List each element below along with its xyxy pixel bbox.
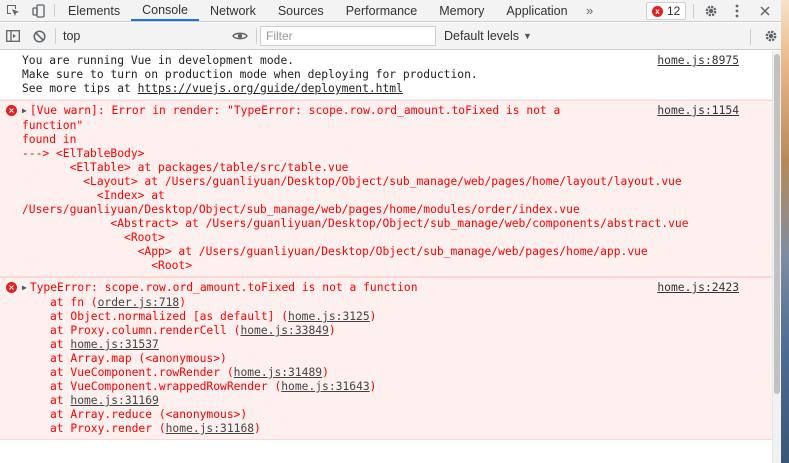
error-line: <Root>: [22, 231, 165, 244]
clear-console-icon[interactable]: [26, 23, 52, 49]
error-line[interactable]: ▶ TypeError: scope.row.ord_amount.toFixed…: [22, 281, 712, 296]
close-icon[interactable]: [754, 0, 776, 22]
toolbar-separator: [256, 28, 257, 44]
log-line: Make sure to turn on production mode whe…: [22, 68, 478, 81]
tab-network[interactable]: Network: [199, 0, 267, 21]
device-toolbar-icon[interactable]: [26, 0, 52, 21]
stack-frame: at home.js:31537: [50, 338, 159, 351]
error-line: found in: [22, 133, 77, 146]
error-icon: ×: [6, 282, 17, 293]
stack-link[interactable]: home.js:31489: [234, 366, 322, 379]
filter-input[interactable]: [260, 26, 436, 46]
error-line: <App> at /Users/guanliyuan/Desktop/Objec…: [22, 245, 648, 258]
scrollbar-thumb[interactable]: [774, 54, 780, 394]
stack-frame: at VueComponent.wrappedRowRender (home.j…: [50, 380, 377, 393]
settings-gear-icon[interactable]: [700, 0, 722, 22]
live-expression-eye-icon[interactable]: [227, 23, 253, 49]
tab-performance[interactable]: Performance: [335, 0, 429, 21]
default-levels-dropdown[interactable]: Default levels ▼: [444, 29, 532, 43]
error-icon: ×: [6, 105, 17, 116]
desktop-background-edge: [781, 0, 789, 463]
error-line: <Layout> at /Users/guanliyuan/Desktop/Ob…: [22, 175, 682, 188]
console-message-error: × ▶ [Vue warn]: Error in render: "TypeErr…: [0, 100, 772, 277]
tip-prefix: See more tips at: [22, 82, 138, 95]
error-line: <Abstract> at /Users/guanliyuan/Desktop/…: [22, 217, 689, 230]
stack-link[interactable]: home.js:3125: [288, 310, 370, 323]
error-line: ---> <ElTableBody>: [22, 147, 145, 160]
context-selector[interactable]: top: [59, 26, 227, 46]
log-line: You are running Vue in development mode.: [22, 54, 295, 67]
stack-link[interactable]: order.js:718: [98, 296, 180, 309]
tab-elements[interactable]: Elements: [57, 0, 131, 21]
stack-frame: at Array.map (<anonymous>): [50, 352, 227, 365]
tab-memory[interactable]: Memory: [428, 0, 495, 21]
log-line: See more tips at https://vuejs.org/guide…: [22, 82, 712, 96]
source-link[interactable]: home.js:8975: [657, 54, 739, 68]
toolbar-right-separator: [750, 29, 751, 45]
console-message-error: × ▶ TypeError: scope.row.ord_amount.toFix…: [0, 277, 772, 440]
deployment-guide-link[interactable]: https://vuejs.org/guide/deployment.html: [138, 82, 403, 95]
stack-link[interactable]: home.js:31643: [281, 380, 369, 393]
stack-link[interactable]: home.js:31168: [166, 422, 254, 435]
error-line[interactable]: ▶ [Vue warn]: Error in render: "TypeError…: [22, 104, 712, 119]
tabbar-right-separator: [693, 4, 694, 18]
console-message-log: You are running Vue in development mode.…: [0, 51, 772, 100]
error-line: function": [22, 119, 84, 132]
inspect-element-icon[interactable]: [0, 0, 26, 21]
error-line: <Index> at: [22, 189, 165, 202]
error-line: /Users/guanliyuan/Desktop/Object/sub_man…: [22, 203, 580, 216]
stack-link[interactable]: home.js:33849: [240, 324, 328, 337]
console-scrollbar[interactable]: [772, 51, 781, 463]
stack-frame: at Object.normalized [as default] (home.…: [50, 310, 377, 323]
error-icon: x: [652, 5, 663, 17]
stack-frame: at Proxy.column.renderCell (home.js:3384…: [50, 324, 336, 337]
stack-frame: at home.js:31169: [50, 394, 159, 407]
stack-frame: at Proxy.render (home.js:31168): [50, 422, 261, 435]
source-link[interactable]: home.js:1154: [657, 104, 739, 118]
error-line: <ElTable> at packages/table/src/table.vu…: [22, 161, 349, 174]
source-link[interactable]: home.js:2423: [657, 281, 739, 295]
console-messages: You are running Vue in development mode.…: [0, 51, 772, 463]
error-line: <Root>: [22, 259, 193, 272]
more-tabs-button[interactable]: »: [579, 0, 601, 21]
tabbar-separator: [54, 4, 55, 17]
stack-frame: at Array.reduce (<anonymous>): [50, 408, 248, 421]
toolbar-separator: [55, 28, 56, 44]
stack-link[interactable]: home.js:31169: [70, 394, 158, 407]
console-toolbar: top Default levels ▼: [0, 23, 789, 50]
levels-label: Default levels: [444, 29, 520, 43]
stack-frame: at VueComponent.rowRender (home.js:31489…: [50, 366, 329, 379]
chevron-down-icon: ▼: [523, 31, 532, 41]
tab-sources[interactable]: Sources: [267, 0, 335, 21]
expand-triangle-icon[interactable]: ▶: [22, 283, 27, 292]
console-settings-gear-icon[interactable]: [761, 26, 781, 46]
tab-console[interactable]: Console: [131, 0, 199, 21]
more-options-icon[interactable]: [728, 0, 746, 22]
error-count-badge[interactable]: x 12: [646, 2, 687, 20]
expand-triangle-icon[interactable]: ▶: [22, 106, 27, 115]
tab-application[interactable]: Application: [495, 0, 578, 21]
stack-frame: at fn (order.js:718): [50, 296, 187, 309]
show-sidebar-icon[interactable]: [0, 23, 26, 49]
stack-link[interactable]: home.js:31537: [70, 338, 158, 351]
error-count: 12: [667, 4, 681, 18]
